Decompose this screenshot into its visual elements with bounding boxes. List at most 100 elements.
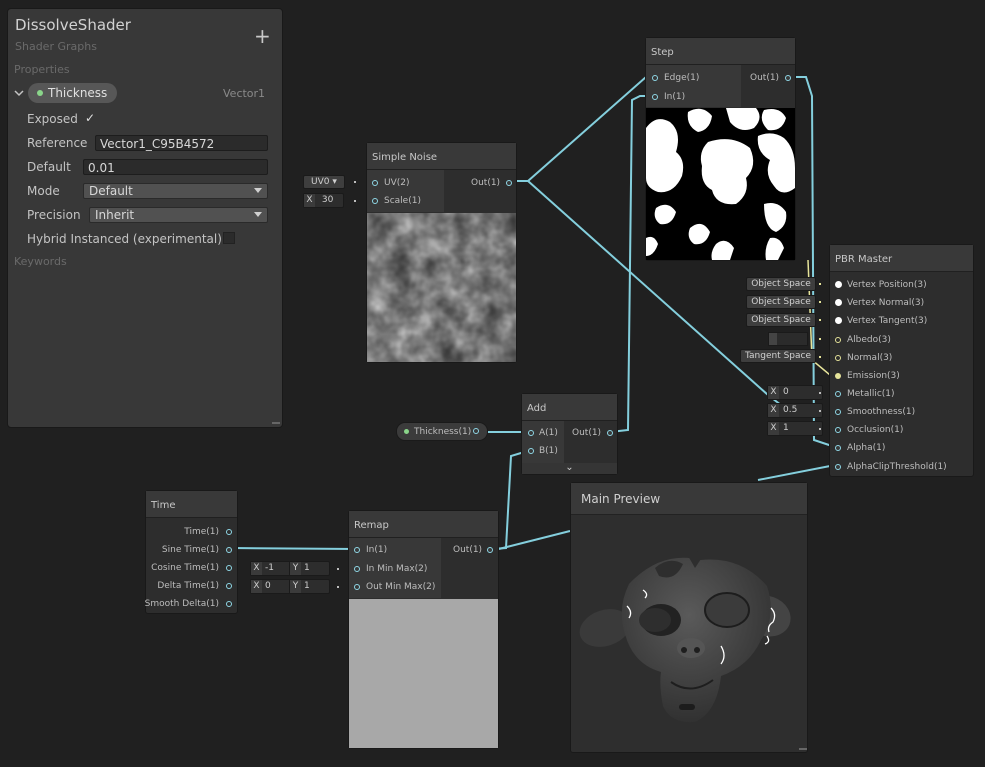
output-port-out[interactable] (506, 180, 512, 186)
default-field[interactable]: 0.01 (83, 159, 268, 175)
input-port-smoothness[interactable] (835, 409, 841, 415)
vertex-normal-space-dropdown[interactable]: Object Space (746, 295, 816, 309)
chevron-down-icon[interactable] (14, 88, 24, 101)
port-label: In Min Max(2) (366, 564, 428, 574)
expand-node-button[interactable]: ⌄ (522, 463, 617, 474)
input-port-vertex-tangent[interactable] (835, 317, 842, 324)
time-node[interactable]: Time Time(1) Sine Time(1) Cosine Time(1)… (145, 490, 238, 614)
x-label: X (768, 386, 779, 399)
vertex-tangent-space-dropdown[interactable]: Object Space (746, 313, 816, 327)
output-port-sine-time[interactable] (226, 547, 232, 553)
thickness-property-node[interactable]: Thickness(1) (396, 422, 488, 441)
output-port-cosine-time[interactable] (226, 565, 232, 571)
reference-label: Reference (27, 136, 88, 150)
albedo-color-field[interactable] (768, 332, 808, 346)
out-max-value: 1 (304, 581, 310, 591)
output-port-out[interactable] (487, 547, 493, 553)
input-port-alpha[interactable] (835, 445, 841, 451)
scale-value: 30 (321, 195, 334, 205)
input-port-out-min-max[interactable] (354, 584, 360, 590)
out-min-input[interactable]: X0 (250, 579, 291, 594)
hybrid-instanced-checkbox[interactable] (223, 232, 235, 244)
port-label: Smooth Delta(1) (144, 599, 219, 609)
input-port-uv[interactable] (372, 180, 378, 186)
port-label: Cosine Time(1) (151, 563, 219, 573)
input-port-vertex-normal[interactable] (835, 299, 842, 306)
in-min-value: -1 (265, 563, 274, 573)
scale-input[interactable]: X 30 (303, 193, 344, 208)
hybrid-instanced-label: Hybrid Instanced (experimental) (27, 232, 222, 246)
graph-subtitle: Shader Graphs (15, 40, 97, 53)
property-dot-icon (404, 429, 409, 434)
uv-channel-dropdown[interactable]: UV0 ▾ (303, 175, 345, 189)
output-port-time[interactable] (226, 529, 232, 535)
input-port-a[interactable] (528, 430, 534, 436)
input-port-alpha-clip-threshold[interactable] (835, 464, 841, 470)
add-node[interactable]: Add A(1) B(1) Out(1) ⌄ (521, 393, 618, 475)
port-label: A(1) (539, 428, 558, 438)
input-port-edge[interactable] (652, 75, 658, 81)
step-node[interactable]: Step Edge(1) In(1) Out(1) (645, 37, 796, 261)
output-port-smooth-delta[interactable] (226, 601, 232, 607)
simple-noise-node[interactable]: Simple Noise UV(2) Scale(1) Out(1) (366, 142, 517, 363)
port-label: Normal(3) (847, 353, 893, 363)
precision-label: Precision (27, 208, 81, 222)
out-max-input[interactable]: Y1 (289, 579, 330, 594)
port-label: UV(2) (384, 178, 410, 188)
property-name: Thickness (48, 86, 108, 100)
input-port-normal[interactable] (835, 355, 841, 361)
step-preview-image (646, 108, 795, 260)
dropdown-arrow-icon: ▾ (332, 177, 337, 187)
default-label: Default (27, 160, 71, 174)
output-port-thickness[interactable] (473, 428, 479, 434)
property-pill-thickness[interactable]: Thickness (28, 83, 118, 103)
wire-sine-to-remap (229, 547, 358, 550)
property-type: Vector1 (223, 87, 266, 100)
x-label: X (304, 194, 315, 207)
dropdown-arrow-icon (254, 188, 262, 193)
port-label: Edge(1) (664, 73, 700, 83)
main-preview-window[interactable]: Main Preview (570, 482, 808, 753)
input-port-in-min-max[interactable] (354, 566, 360, 572)
input-port-occlusion[interactable] (835, 427, 841, 433)
main-preview-title: Main Preview (571, 483, 807, 515)
remap-node[interactable]: Remap In(1) In Min Max(2) Out Min Max(2)… (348, 510, 499, 749)
port-label: In(1) (366, 545, 388, 555)
node-title: PBR Master (830, 245, 973, 272)
port-label: Alpha(1) (847, 443, 886, 453)
input-port-in[interactable] (652, 94, 658, 100)
port-label: Occlusion(1) (847, 425, 904, 435)
exposed-checkbox[interactable]: ✓ (85, 111, 95, 125)
resize-handle[interactable] (272, 422, 280, 424)
output-port-out[interactable] (785, 75, 791, 81)
reference-field[interactable]: Vector1_C95B4572 (95, 135, 268, 151)
add-property-button[interactable]: + (254, 26, 271, 46)
monkey-preview-image[interactable] (571, 516, 807, 752)
in-min-input[interactable]: X -1 (250, 561, 291, 576)
output-port-out[interactable] (607, 430, 613, 436)
input-port-albedo[interactable] (835, 337, 841, 343)
input-port-scale[interactable] (372, 198, 378, 204)
input-port-emission[interactable] (835, 373, 841, 379)
x-label: X (251, 580, 262, 593)
input-port-b[interactable] (528, 448, 534, 454)
input-port-metallic[interactable] (835, 391, 841, 397)
node-title: Simple Noise (367, 143, 516, 170)
normal-space-dropdown[interactable]: Tangent Space (740, 349, 816, 363)
mode-dropdown[interactable]: Default (83, 183, 268, 199)
occlusion-input[interactable]: X1 (767, 421, 823, 436)
input-port-vertex-position[interactable] (835, 281, 842, 288)
input-port-in[interactable] (354, 547, 360, 553)
chevron-down-icon: ⌄ (565, 462, 574, 473)
output-port-delta-time[interactable] (226, 583, 232, 589)
port-label: In(1) (664, 92, 686, 102)
precision-dropdown[interactable]: Inherit (89, 207, 268, 223)
pbr-master-node[interactable]: PBR Master Vertex Position(3) Vertex Nor… (829, 244, 974, 477)
port-label: Sine Time(1) (161, 545, 219, 555)
vertex-position-space-dropdown[interactable]: Object Space (746, 277, 816, 291)
y-label: Y (290, 562, 301, 575)
smoothness-input[interactable]: X 0.5 (767, 403, 823, 418)
metallic-input[interactable]: X0 (767, 385, 823, 400)
x-label: X (768, 422, 779, 435)
in-max-input[interactable]: Y1 (289, 561, 330, 576)
